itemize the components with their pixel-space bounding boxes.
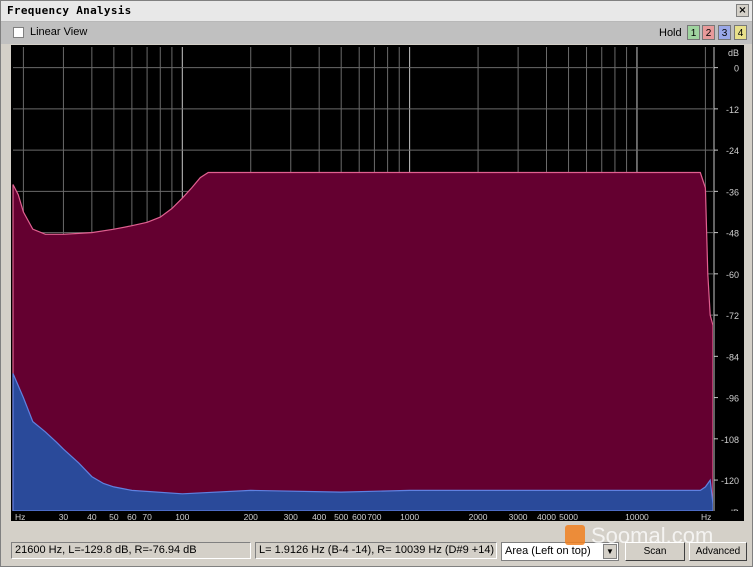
x-axis-unit-start: Hz	[15, 512, 25, 521]
linear-view-label[interactable]: Linear View	[30, 26, 87, 38]
y-tick-label: -24	[726, 146, 739, 156]
hold-button-1[interactable]: 1	[687, 25, 700, 40]
close-button[interactable]: ×	[736, 4, 749, 17]
frequency-spectrum-chart[interactable]: 0-12-24-36-48-60-72-84-96-108-120dBdB304…	[11, 45, 744, 522]
hold-button-2[interactable]: 2	[702, 25, 715, 40]
title-bar[interactable]: Frequency Analysis ×	[1, 1, 752, 22]
y-tick-label: -36	[726, 187, 739, 197]
cursor-readout: 21600 Hz, L=-129.8 dB, R=-76.94 dB	[11, 542, 251, 559]
x-tick-label: 300	[284, 512, 298, 521]
y-tick-label: -108	[721, 435, 739, 445]
linear-view-checkbox[interactable]	[13, 27, 24, 38]
y-tick-label: -60	[726, 270, 739, 280]
hold-button-4[interactable]: 4	[734, 25, 747, 40]
x-axis-unit-end: Hz	[701, 512, 711, 521]
x-tick-label: 500	[334, 512, 348, 521]
x-tick-label: 600	[352, 512, 366, 521]
y-tick-label: 0	[734, 64, 739, 74]
watermark: Soomal.com	[591, 523, 714, 548]
x-tick-label: 4000	[537, 512, 556, 521]
peak-readout: L= 1.9126 Hz (B-4 -14), R= 10039 Hz (D#9…	[255, 542, 497, 559]
x-tick-label: 10000	[625, 512, 649, 521]
toolbar: Linear View Hold 1 2 3 4	[1, 22, 752, 44]
y-tick-label: -48	[726, 229, 739, 239]
frequency-analysis-window: Frequency Analysis × Linear View Hold 1 …	[0, 0, 753, 567]
spectrum-plot-frame: 0-12-24-36-48-60-72-84-96-108-120dBdB304…	[11, 45, 744, 522]
soomal-logo-icon	[565, 525, 585, 545]
y-tick-label: -72	[726, 311, 739, 321]
hold-button-3[interactable]: 3	[718, 25, 731, 40]
view-mode-value: Area (Left on top)	[505, 545, 591, 557]
hold-label: Hold	[659, 27, 682, 39]
x-tick-label: 50	[109, 512, 119, 521]
y-tick-label: -96	[726, 394, 739, 404]
x-tick-label: 60	[127, 512, 137, 521]
x-tick-label: 200	[244, 512, 258, 521]
x-tick-label: 1000	[400, 512, 419, 521]
x-tick-label: 3000	[509, 512, 528, 521]
window-title: Frequency Analysis	[7, 4, 132, 17]
y-axis-panel	[713, 45, 744, 521]
x-tick-label: 400	[312, 512, 326, 521]
x-tick-label: 70	[142, 512, 152, 521]
y-tick-label: -84	[726, 352, 739, 362]
y-tick-label: -12	[726, 105, 739, 115]
x-tick-label: 100	[175, 512, 189, 521]
x-tick-label: 40	[87, 512, 97, 521]
x-tick-label: 5000	[559, 512, 578, 521]
x-tick-label: 700	[367, 512, 381, 521]
y-axis-unit-top: dB	[728, 48, 739, 58]
x-tick-label: 30	[59, 512, 69, 521]
x-tick-label: 2000	[469, 512, 488, 521]
y-tick-label: -120	[721, 476, 739, 486]
